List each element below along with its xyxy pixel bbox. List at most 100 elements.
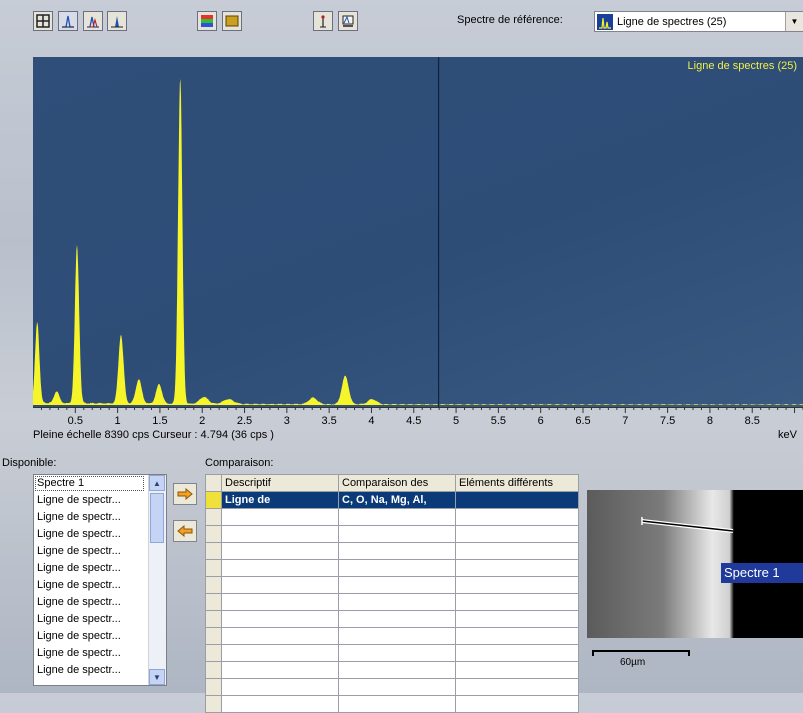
spectrum-status: Pleine échelle 8390 cps Curseur : 4.794 … bbox=[33, 429, 274, 441]
peak-outline-button[interactable] bbox=[58, 11, 78, 31]
table-row[interactable] bbox=[205, 542, 579, 560]
spectrum-trace bbox=[33, 78, 803, 405]
table-row[interactable] bbox=[205, 627, 579, 645]
color-palette-button[interactable] bbox=[197, 11, 217, 31]
x-tick-label: 7 bbox=[622, 415, 628, 427]
table-cell bbox=[338, 627, 456, 645]
chevron-down-icon[interactable]: ▼ bbox=[785, 12, 803, 31]
table-row[interactable]: Ligne de C, O, Na, Mg, Al, bbox=[205, 491, 579, 509]
table-cell bbox=[221, 525, 339, 543]
available-list[interactable]: Spectre 1 Ligne de spectr... Ligne de spec… bbox=[33, 474, 167, 686]
peak-outline-icon bbox=[62, 15, 74, 28]
row-header[interactable] bbox=[205, 661, 222, 679]
peak-overlay-button[interactable] bbox=[83, 11, 103, 31]
table-cell bbox=[338, 508, 456, 526]
list-item[interactable]: Ligne de spectr... bbox=[34, 611, 166, 628]
fill-color-button[interactable] bbox=[222, 11, 242, 31]
x-tick-label: 8.5 bbox=[745, 415, 760, 427]
x-tick-label: 6 bbox=[538, 415, 544, 427]
table-cell bbox=[455, 593, 579, 611]
remove-from-comparison-button[interactable] bbox=[173, 520, 197, 542]
fill-color-icon bbox=[225, 15, 239, 27]
table-row[interactable] bbox=[205, 661, 579, 679]
add-to-comparison-button[interactable] bbox=[173, 483, 197, 505]
table-cell bbox=[338, 644, 456, 662]
x-tick-label: 7.5 bbox=[660, 415, 675, 427]
row-header[interactable] bbox=[205, 491, 222, 509]
peak-filled-icon bbox=[111, 16, 123, 28]
table-cell bbox=[221, 593, 339, 611]
table-cell bbox=[455, 695, 579, 713]
table-row[interactable] bbox=[205, 644, 579, 662]
row-header[interactable] bbox=[205, 610, 222, 628]
reference-spectrum-value: Ligne de spectres (25) bbox=[617, 15, 727, 28]
table-row[interactable] bbox=[205, 508, 579, 526]
table-cell bbox=[221, 661, 339, 679]
row-header[interactable] bbox=[205, 627, 222, 645]
scroll-down-icon[interactable]: ▼ bbox=[149, 669, 165, 685]
row-header[interactable] bbox=[205, 525, 222, 543]
table-cell bbox=[455, 525, 579, 543]
row-header[interactable] bbox=[205, 559, 222, 577]
x-tick-label: 1 bbox=[115, 415, 121, 427]
table-cell bbox=[455, 508, 579, 526]
table-row[interactable] bbox=[205, 593, 579, 611]
peak-overlay-icon bbox=[87, 16, 99, 28]
row-header[interactable] bbox=[205, 542, 222, 560]
grid-view-button[interactable] bbox=[33, 11, 53, 31]
table-cell bbox=[455, 610, 579, 628]
color-palette-icon bbox=[201, 15, 213, 27]
x-tick-label: 5 bbox=[453, 415, 459, 427]
column-header[interactable]: Descriptif bbox=[221, 474, 339, 492]
reference-spectrum-select[interactable]: Ligne de spectres (25) ▼ bbox=[594, 11, 803, 32]
table-row[interactable] bbox=[205, 695, 579, 713]
scale-bar-label: 60µm bbox=[620, 657, 646, 668]
row-header[interactable] bbox=[205, 695, 222, 713]
table-row[interactable] bbox=[205, 576, 579, 594]
table-row[interactable] bbox=[205, 525, 579, 543]
table-cell bbox=[455, 491, 579, 509]
list-item[interactable]: Ligne de spectr... bbox=[34, 594, 166, 611]
table-cell bbox=[221, 542, 339, 560]
arrow-right-icon bbox=[177, 488, 193, 500]
list-scrollbar[interactable]: ▲ ▼ bbox=[148, 475, 166, 685]
comparison-label: Comparaison: bbox=[205, 457, 274, 469]
row-header[interactable] bbox=[205, 593, 222, 611]
x-tick-label: 4 bbox=[368, 415, 374, 427]
list-item[interactable]: Spectre 1 bbox=[34, 475, 145, 492]
row-header[interactable] bbox=[205, 644, 222, 662]
list-item[interactable]: Ligne de spectr... bbox=[34, 628, 166, 645]
list-item[interactable]: Ligne de spectr... bbox=[34, 645, 166, 662]
table-row[interactable] bbox=[205, 559, 579, 577]
table-cell bbox=[338, 559, 456, 577]
list-item[interactable]: Ligne de spectr... bbox=[34, 662, 166, 679]
peak-filled-button[interactable] bbox=[107, 11, 127, 31]
table-cell bbox=[338, 695, 456, 713]
list-item[interactable]: Ligne de spectr... bbox=[34, 492, 166, 509]
scale-bar bbox=[592, 650, 690, 656]
table-cell bbox=[338, 610, 456, 628]
list-item[interactable]: Ligne de spectr... bbox=[34, 577, 166, 594]
list-item[interactable]: Ligne de spectr... bbox=[34, 560, 166, 577]
row-header[interactable] bbox=[205, 576, 222, 594]
scroll-thumb[interactable] bbox=[150, 493, 164, 543]
column-header[interactable]: Eléments différents bbox=[455, 474, 579, 492]
list-item[interactable]: Ligne de spectr... bbox=[34, 509, 166, 526]
table-row[interactable] bbox=[205, 610, 579, 628]
x-tick-label: 5.5 bbox=[491, 415, 506, 427]
row-header[interactable] bbox=[205, 508, 222, 526]
spectrum-icon bbox=[597, 13, 613, 30]
marker-icon bbox=[320, 15, 326, 28]
x-tick-label: 1.5 bbox=[152, 415, 167, 427]
marker-button[interactable] bbox=[313, 11, 333, 31]
export-spectrum-button[interactable] bbox=[338, 11, 358, 31]
comparison-table[interactable]: Descriptif Comparaison des Eléments différ… bbox=[205, 474, 579, 713]
table-cell bbox=[455, 542, 579, 560]
list-item[interactable]: Ligne de spectr... bbox=[34, 526, 166, 543]
list-item[interactable]: Ligne de spectr... bbox=[34, 543, 166, 560]
table-cell bbox=[221, 695, 339, 713]
scroll-up-icon[interactable]: ▲ bbox=[149, 475, 165, 491]
spectrum-plot[interactable] bbox=[33, 57, 803, 407]
column-header[interactable]: Comparaison des bbox=[338, 474, 456, 492]
sem-image[interactable]: Spectre 1 bbox=[587, 490, 803, 638]
